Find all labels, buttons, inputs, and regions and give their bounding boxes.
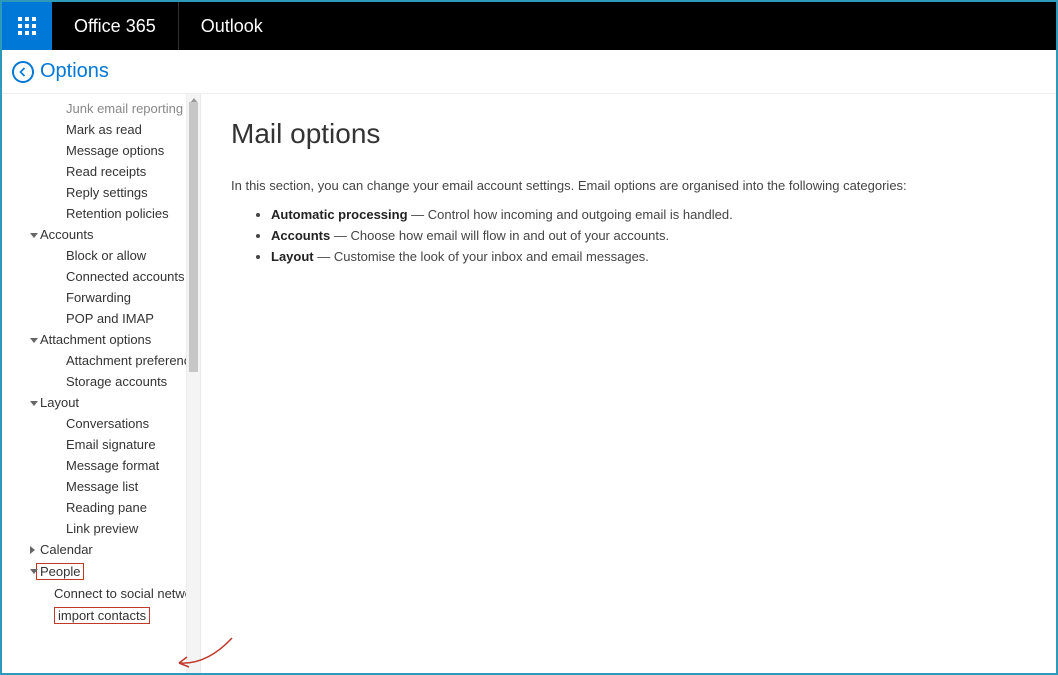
sidebar-item[interactable]: Reading pane (2, 497, 186, 518)
bullet-item: Automatic processing — Control how incom… (271, 207, 1026, 222)
app-name-label[interactable]: Outlook (179, 2, 285, 50)
sidebar-item[interactable]: POP and IMAP (2, 308, 186, 329)
bullet-item: Accounts — Choose how email will flow in… (271, 228, 1026, 243)
sidebar-item[interactable]: Conversations (2, 413, 186, 434)
back-arrow-icon (12, 61, 34, 83)
sidebar-group-people[interactable]: People (2, 560, 186, 583)
highlight-box-people: People (36, 563, 84, 580)
sidebar-item-import-contacts[interactable]: import contacts (2, 604, 186, 627)
sidebar-item[interactable]: Link preview (2, 518, 186, 539)
sidebar-nav: Junk email reporting Mark as read Messag… (2, 94, 186, 673)
main-content: Mail options In this section, you can ch… (200, 94, 1056, 673)
sidebar-item[interactable]: Message list (2, 476, 186, 497)
sidebar-container: Junk email reporting Mark as read Messag… (2, 94, 200, 673)
sidebar-group-accounts[interactable]: Accounts (2, 224, 186, 245)
sidebar-item[interactable]: Connected accounts (2, 266, 186, 287)
sidebar-item[interactable]: Storage accounts (2, 371, 186, 392)
sidebar-item[interactable]: Junk email reporting (2, 98, 186, 119)
sidebar-item[interactable]: Forwarding (2, 287, 186, 308)
top-navbar: Office 365 Outlook (2, 2, 1056, 50)
page-title: Mail options (231, 118, 1026, 150)
scrollbar-thumb[interactable] (189, 102, 198, 372)
window: Office 365 Outlook Options Junk email re… (2, 2, 1056, 673)
sidebar-item[interactable]: Message options (2, 140, 186, 161)
sidebar-item[interactable]: Retention policies (2, 203, 186, 224)
sidebar-item[interactable]: Read receipts (2, 161, 186, 182)
sidebar-item[interactable]: Reply settings (2, 182, 186, 203)
intro-text: In this section, you can change your ema… (231, 178, 1026, 193)
sidebar-group-calendar[interactable]: Calendar (2, 539, 186, 560)
sidebar-item[interactable]: Message format (2, 455, 186, 476)
sidebar-scrollbar[interactable] (186, 94, 200, 673)
sidebar-group-attachment[interactable]: Attachment options (2, 329, 186, 350)
sidebar-item[interactable]: Connect to social networ (2, 583, 186, 604)
sidebar-group-layout[interactable]: Layout (2, 392, 186, 413)
brand-label[interactable]: Office 365 (52, 2, 179, 50)
subheader: Options (2, 50, 1056, 94)
sidebar-item[interactable]: Attachment preference (2, 350, 186, 371)
waffle-icon (18, 17, 36, 35)
app-launcher-button[interactable] (2, 2, 52, 50)
bullet-item: Layout — Customise the look of your inbo… (271, 249, 1026, 264)
content-row: Junk email reporting Mark as read Messag… (2, 94, 1056, 673)
sidebar-item[interactable]: Mark as read (2, 119, 186, 140)
back-button[interactable]: Options (12, 60, 109, 83)
sidebar-item[interactable]: Block or allow (2, 245, 186, 266)
highlight-box-import: import contacts (54, 607, 150, 624)
bullets-list: Automatic processing — Control how incom… (231, 207, 1026, 264)
sidebar-item[interactable]: Email signature (2, 434, 186, 455)
back-label: Options (40, 60, 109, 83)
